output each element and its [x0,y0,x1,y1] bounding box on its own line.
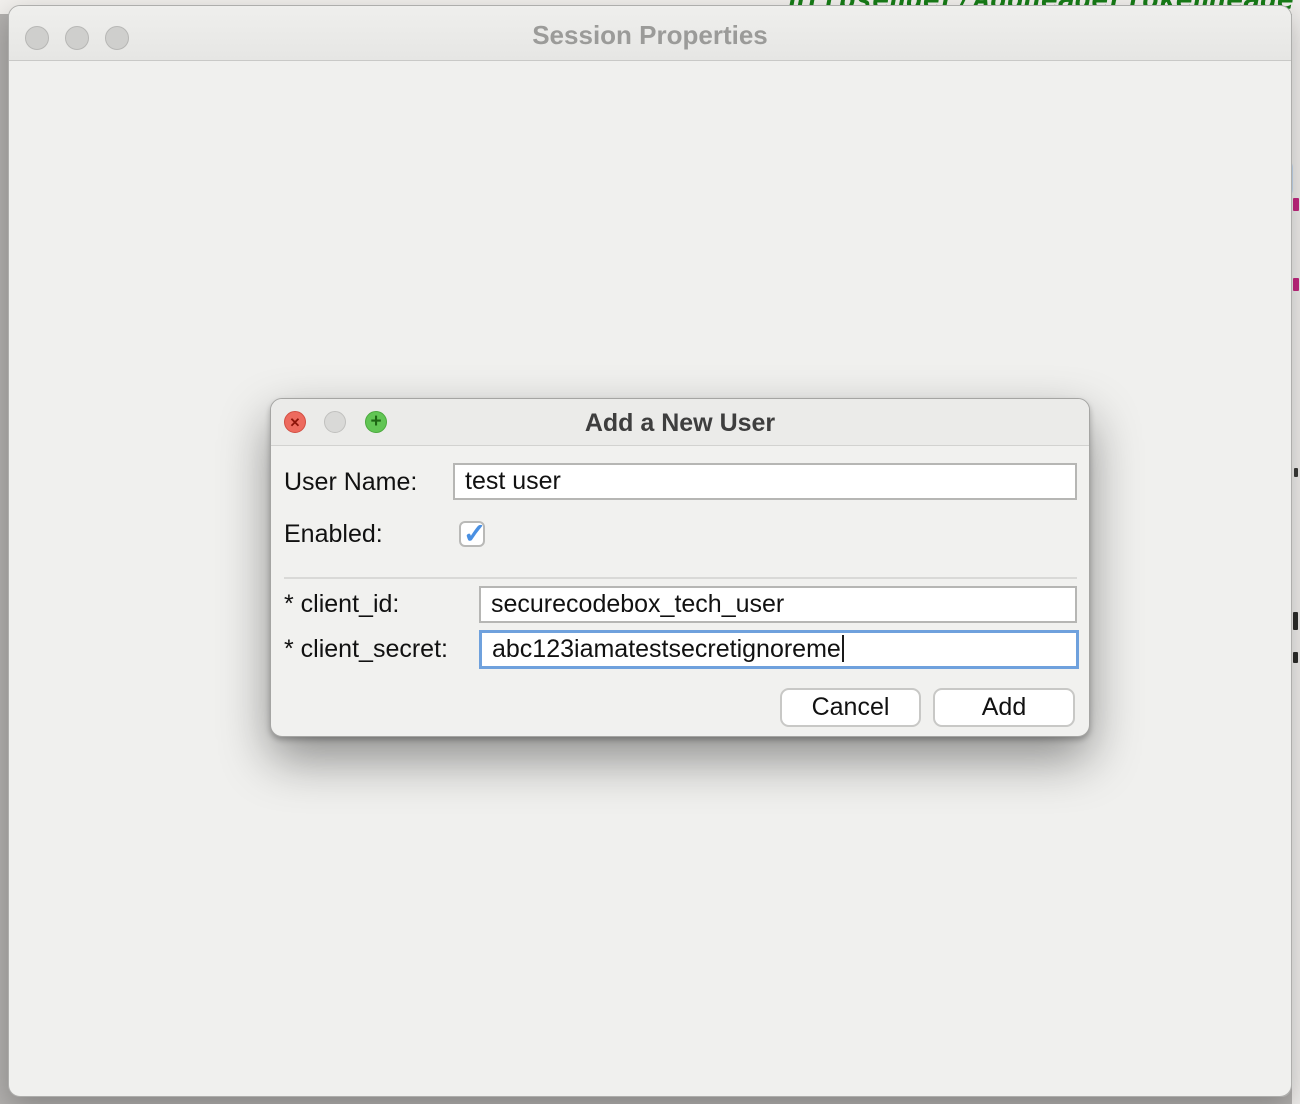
user-name-field[interactable]: test user [453,463,1077,500]
dialog-titlebar[interactable]: Add a New User [271,399,1089,446]
dialog-add-button[interactable]: Add [933,688,1075,727]
dialog-separator [284,577,1077,579]
window-title: Session Properties [9,20,1291,51]
client-secret-label: * client_secret: [284,634,448,664]
client-id-field[interactable]: securecodebox_tech_user [479,586,1077,623]
text-cursor [842,635,844,662]
window-titlebar[interactable]: Session Properties [9,6,1291,61]
dialog-cancel-button[interactable]: Cancel [780,688,921,727]
background-text-fragment [1293,612,1298,630]
background-text-fragment [1293,652,1298,663]
client-id-label: * client_id: [284,589,399,619]
user-name-label: User Name: [284,467,417,497]
background-text-fragment [1293,198,1299,211]
enabled-checkbox[interactable] [459,521,485,547]
enabled-label: Enabled: [284,519,383,549]
client-secret-field[interactable]: abc123iamatestsecretignoreme [479,630,1079,669]
background-window-sliver [1292,0,1300,1104]
dialog-title: Add a New User [271,409,1089,438]
background-text-fragment [1294,468,1298,477]
screen: httpsender/AddHeaderTokenHeade Session P… [0,0,1300,1104]
background-text-fragment [1293,278,1299,291]
add-new-user-dialog: Add a New User User Name: test user Enab… [270,398,1090,737]
